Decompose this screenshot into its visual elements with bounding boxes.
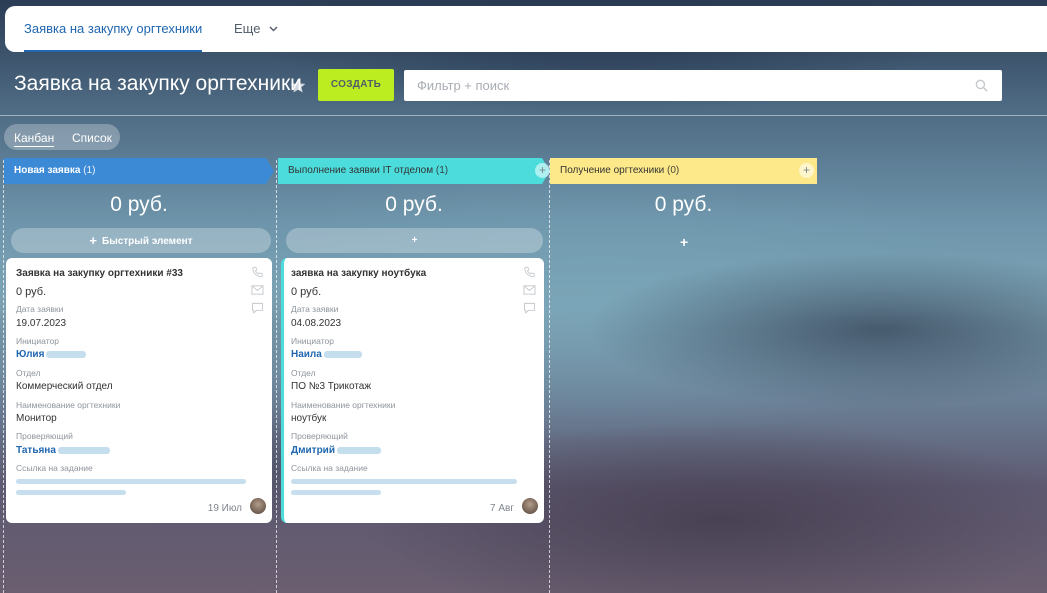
field-label: Наименование оргтехники	[291, 400, 396, 410]
field-label: Инициатор	[16, 336, 59, 346]
add-column-button[interactable]: +	[535, 163, 550, 178]
column-count: (0)	[667, 165, 680, 176]
chat-icon[interactable]	[523, 302, 536, 314]
plus-icon: +	[89, 233, 97, 248]
field-label: Дата заявки	[16, 304, 64, 314]
field-label: Проверяющий	[291, 431, 348, 441]
create-button[interactable]: СОЗДАТЬ	[318, 69, 394, 101]
phone-icon[interactable]	[523, 266, 536, 278]
initiator-link[interactable]: Наила	[291, 349, 362, 360]
phone-icon[interactable]	[251, 266, 264, 278]
page-title: Заявка на закупку оргтехники	[14, 72, 302, 95]
search-input[interactable]	[404, 70, 964, 101]
redacted-text	[57, 446, 110, 454]
card-title[interactable]: Заявка на закупку оргтехники #33	[16, 268, 183, 279]
column-header-it[interactable]: Выполнение заявки IT отделом (1)	[278, 158, 550, 184]
mail-icon[interactable]	[523, 284, 536, 296]
kanban-card[interactable]: Заявка на закупку оргтехники #33 0 руб. …	[6, 258, 272, 523]
quick-add-button[interactable]: +	[286, 228, 543, 253]
quick-add-button[interactable]: +	[680, 234, 688, 250]
field-label: Дата заявки	[291, 304, 339, 314]
avatar[interactable]	[250, 498, 266, 514]
view-list[interactable]: Список	[72, 131, 112, 145]
chat-icon[interactable]	[251, 302, 264, 314]
tab-more[interactable]: Еще	[234, 6, 278, 52]
column-header-new[interactable]: Новая заявка (1)	[4, 158, 274, 184]
card-date: 19 Июл	[207, 503, 242, 514]
column-name: Новая заявка	[14, 165, 81, 176]
field-label: Ссылка на задание	[291, 463, 368, 473]
field-value: 19.07.2023	[16, 318, 67, 329]
tab-more-label: Еще	[234, 21, 261, 36]
field-label: Отдел	[291, 368, 316, 378]
field-value: 04.08.2023	[291, 318, 342, 329]
card-title[interactable]: заявка на закупку ноутбука	[291, 268, 426, 279]
avatar[interactable]	[522, 498, 538, 514]
field-label: Инициатор	[291, 336, 334, 346]
redacted-link[interactable]	[291, 479, 517, 484]
card-sum: 0 руб.	[291, 286, 322, 298]
field-value: Коммерческий отдел	[16, 381, 113, 392]
redacted-text	[323, 350, 362, 358]
star-icon[interactable]	[289, 77, 307, 95]
column-count: (1)	[83, 165, 96, 176]
column-name: Получение оргтехники	[560, 165, 665, 176]
tab-label: Заявка на закупку оргтехники	[24, 21, 203, 36]
column-header-receive[interactable]: Получение оргтехники (0)	[550, 158, 817, 184]
redacted-link[interactable]	[16, 490, 126, 495]
reviewer-link[interactable]: Дмитрий	[291, 445, 381, 456]
column-sum: 0 руб.	[385, 193, 443, 216]
field-value: ноутбук	[291, 413, 327, 424]
quick-add-button[interactable]: + Быстрый элемент	[11, 228, 271, 253]
field-label: Ссылка на задание	[16, 463, 93, 473]
column-sum: 0 руб.	[110, 193, 168, 216]
initiator-name: Юлия	[16, 349, 45, 360]
kanban-card[interactable]: заявка на закупку ноутбука 0 руб. Дата з…	[281, 258, 544, 523]
field-value: Монитор	[16, 413, 57, 424]
column-count: (1)	[435, 165, 449, 176]
redacted-link[interactable]	[16, 479, 246, 484]
reviewer-link[interactable]: Татьяна	[16, 445, 110, 456]
chevron-down-icon	[269, 26, 278, 32]
reviewer-name: Татьяна	[16, 445, 56, 456]
search-icon[interactable]	[975, 79, 988, 92]
view-switcher: Канбан Список	[4, 124, 120, 150]
column-sum: 0 руб.	[654, 193, 713, 216]
field-label: Проверяющий	[16, 431, 73, 441]
tab-underline	[24, 50, 203, 52]
field-label: Отдел	[16, 368, 41, 378]
column-border	[3, 160, 4, 593]
view-kanban[interactable]: Канбан	[14, 131, 55, 147]
column-name: Выполнение заявки IT отделом	[288, 165, 434, 176]
header-divider	[0, 115, 1047, 116]
add-column-button[interactable]: +	[799, 163, 814, 178]
mail-icon[interactable]	[251, 284, 264, 296]
quick-add-label: Быстрый элемент	[102, 236, 193, 247]
tab-purchase-request[interactable]: Заявка на закупку оргтехники	[24, 6, 203, 52]
card-sum: 0 руб.	[16, 286, 47, 298]
column-border	[549, 160, 550, 593]
redacted-text	[46, 350, 87, 358]
top-tab-bar: Заявка на закупку оргтехники Еще	[5, 6, 1047, 52]
reviewer-name: Дмитрий	[291, 445, 335, 456]
redacted-link[interactable]	[291, 490, 381, 495]
initiator-name: Наила	[291, 349, 322, 360]
card-date: 7 Авг	[490, 503, 514, 514]
quick-add-label: +	[411, 235, 418, 246]
redacted-text	[336, 446, 381, 454]
field-value: ПО №3 Трикотаж	[291, 381, 372, 392]
initiator-link[interactable]: Юлия	[16, 349, 87, 360]
field-label: Наименование оргтехники	[16, 400, 121, 410]
column-border	[276, 160, 277, 593]
filter-search	[404, 70, 1002, 101]
